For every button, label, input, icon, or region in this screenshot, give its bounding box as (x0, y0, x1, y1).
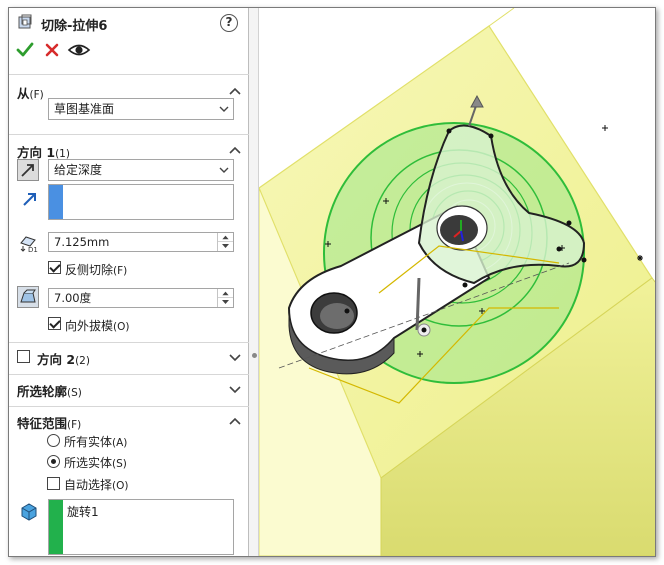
body-list-item[interactable]: 旋转1 (67, 503, 99, 520)
selected-bodies-label: 所选实体(S) (64, 456, 127, 470)
feature-scope-title[interactable]: 特征范围(F) (17, 413, 81, 432)
solid-body-icon (21, 503, 37, 521)
selection-color-swatch (49, 185, 63, 219)
spin-up-icon[interactable] (218, 289, 233, 298)
draft-angle-spinner (217, 289, 233, 307)
spin-down-icon[interactable] (218, 242, 233, 251)
all-bodies-radio[interactable] (47, 434, 60, 447)
spin-up-icon[interactable] (218, 233, 233, 242)
chevron-down-icon (219, 167, 229, 173)
chevron-up-icon[interactable] (229, 145, 241, 155)
end-condition-dropdown[interactable]: 给定深度 (48, 159, 234, 181)
svg-text:D1: D1 (28, 246, 38, 254)
draft-angle-input[interactable]: 7.00度 (48, 288, 234, 308)
feature-window: 切除-拉伸6 ? 从(F) 草图基准面 方向 1(1) 给定深度 D1 7.12… (8, 7, 656, 557)
flip-side-checkbox[interactable] (48, 261, 61, 274)
arm-hole-inner (320, 303, 354, 329)
draft-icon (20, 289, 36, 303)
draft-outward-checkbox[interactable] (48, 317, 61, 330)
chevron-down-icon[interactable] (229, 384, 241, 394)
feature-title: 切除-拉伸6 (41, 19, 108, 34)
extrude-cut-icon (18, 14, 32, 29)
direction-vector-icon (23, 193, 36, 206)
property-manager: 切除-拉伸6 ? 从(F) 草图基准面 方向 1(1) 给定深度 D1 7.12… (9, 8, 249, 556)
collapse-handle[interactable] (252, 353, 257, 358)
chevron-up-icon[interactable] (229, 416, 241, 426)
draft-outward-label: 向外拔模(O) (65, 319, 130, 333)
property-manager-header: 切除-拉伸6 ? (9, 8, 249, 38)
flip-side-label: 反侧切除(F) (65, 263, 128, 277)
divider (9, 74, 249, 75)
divider (9, 134, 249, 135)
direction2-title[interactable]: 方向 2(2) (37, 349, 90, 368)
model-graphics (259, 8, 655, 556)
block-edge (488, 8, 515, 27)
depth-input[interactable]: 7.125mm (48, 232, 234, 252)
depth-spinner (217, 233, 233, 251)
auto-select-label: 自动选择(O) (64, 478, 129, 492)
center-hole-depth (440, 215, 478, 245)
reverse-direction-icon (21, 164, 34, 177)
x-icon[interactable] (42, 40, 62, 60)
divider (9, 406, 249, 407)
from-dropdown[interactable]: 草图基准面 (48, 98, 234, 120)
selected-bodies-radio[interactable] (47, 455, 60, 468)
selection-color-swatch (49, 500, 63, 554)
panel-splitter[interactable] (249, 8, 259, 556)
help-button[interactable]: ? (220, 14, 238, 32)
divider (9, 374, 249, 375)
spin-down-icon[interactable] (218, 298, 233, 307)
bodies-selection-box[interactable]: 旋转1 (48, 499, 234, 555)
divider (9, 342, 249, 343)
graphics-viewport[interactable] (259, 8, 655, 556)
direction-selection-box[interactable] (48, 184, 234, 220)
depth-icon: D1 (20, 236, 38, 254)
reverse-direction-button[interactable] (17, 159, 39, 181)
selected-contours-title[interactable]: 所选轮廓(S) (17, 381, 82, 400)
chevron-down-icon (219, 106, 229, 112)
direction2-checkbox[interactable] (17, 350, 30, 363)
auto-select-checkbox[interactable] (47, 477, 60, 490)
chevron-up-icon[interactable] (229, 86, 241, 96)
eye-icon[interactable] (67, 40, 91, 60)
checkmark-icon[interactable] (15, 40, 35, 60)
chevron-down-icon[interactable] (229, 352, 241, 362)
all-bodies-label: 所有实体(A) (64, 435, 128, 449)
pin (415, 277, 421, 331)
draft-toggle-button[interactable] (17, 286, 39, 308)
from-section-title[interactable]: 从(F) (17, 83, 44, 102)
